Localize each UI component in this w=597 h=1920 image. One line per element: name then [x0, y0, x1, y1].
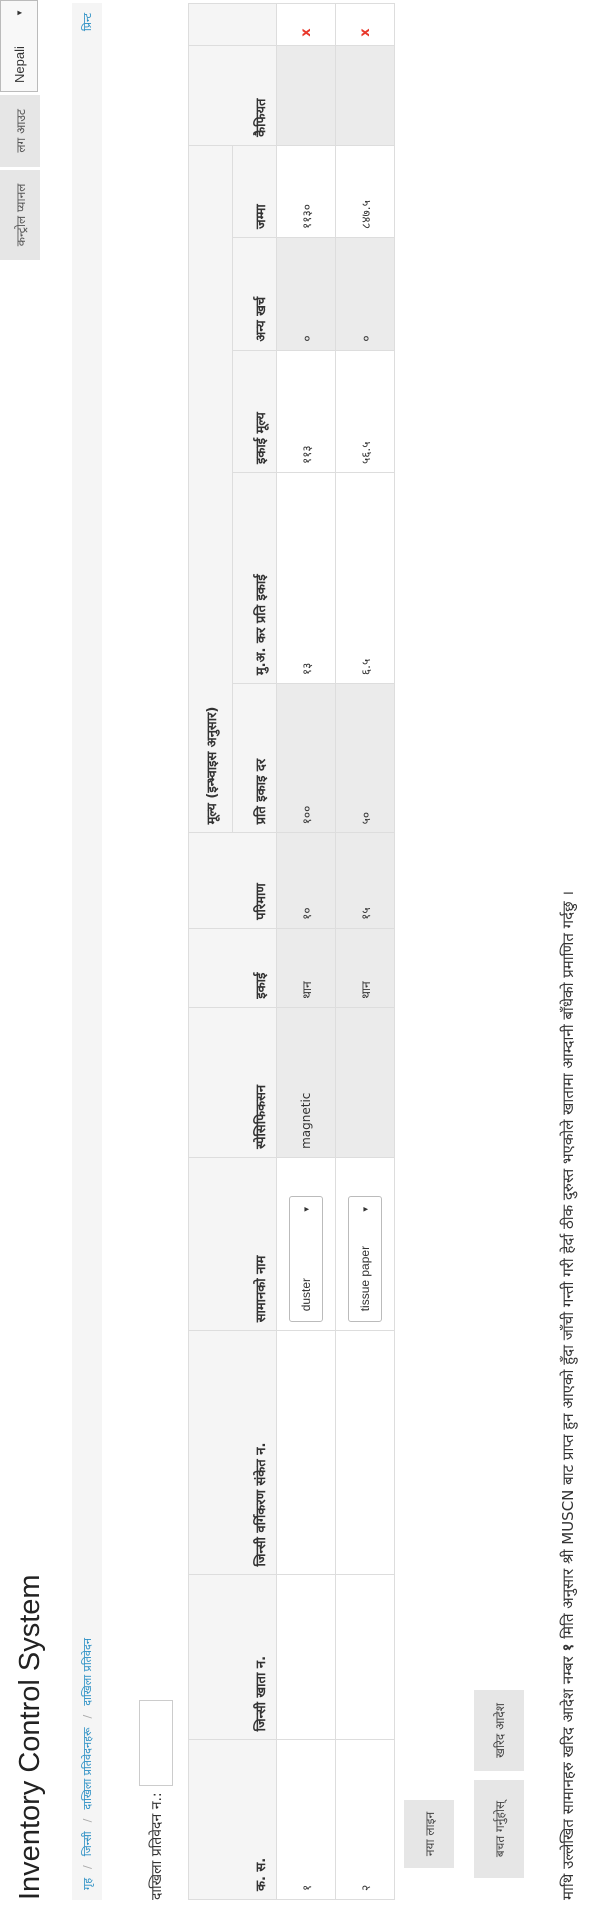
cell-unit: थान — [276, 928, 336, 1008]
cell-class-code — [335, 1330, 395, 1575]
logout-button[interactable]: लग आउट — [0, 95, 40, 167]
purchase-order-button[interactable]: खरिद आदेश — [474, 1690, 524, 1771]
language-value: Nepali — [11, 46, 27, 83]
certification-order-no: १ — [559, 1643, 577, 1652]
header-actions: कन्ट्रोल प्यानल लग आउट Nepali ▼ — [0, 0, 40, 263]
header-unit: इकाई — [188, 928, 277, 1008]
item-select-value: tissue paper — [358, 1245, 372, 1312]
cell-unit-price: ११३ — [276, 350, 336, 473]
cell-other-cost[interactable]: ० — [335, 237, 395, 351]
cell-account-no — [335, 1575, 395, 1740]
item-select-value: duster — [299, 1277, 313, 1312]
control-panel-button[interactable]: कन्ट्रोल प्यानल — [0, 169, 40, 261]
report-number-input[interactable] — [139, 1700, 173, 1787]
header-sn: क. स. — [188, 1739, 277, 1900]
certification-before: माथि उल्लेखित सामानहरु खरिद आदेश नम्बर — [559, 1656, 577, 1900]
cell-rate[interactable]: १०० — [276, 683, 336, 833]
certification-middle: मिति अनुसार श्री MUSCN बाट प्राप्त हुन आ… — [559, 890, 577, 1639]
cell-unit-price: ५६.५ — [335, 350, 395, 473]
language-select[interactable]: Nepali ▼ — [0, 0, 38, 92]
header-rate: प्रति इकाइ दर — [232, 683, 277, 833]
cell-delete: x — [276, 3, 336, 46]
table-row: १ duster ▼ magnetic थान १० १०० १३ ११३ ० … — [276, 3, 336, 1900]
cell-qty[interactable]: १० — [276, 832, 336, 929]
save-button[interactable]: बचत गर्नुहोस् — [474, 1780, 524, 1878]
cell-remarks[interactable] — [335, 45, 395, 146]
header-account-no: जिन्सी खाता न. — [188, 1575, 277, 1740]
cell-sn: १ — [276, 1739, 336, 1900]
cell-unit: थान — [335, 928, 395, 1008]
cell-other-cost[interactable]: ० — [276, 237, 336, 351]
breadcrumb-separator: / — [80, 1714, 94, 1719]
breadcrumb-receipt-reports[interactable]: दाखिला प्रतिवेदनहरू — [80, 1728, 95, 1810]
cell-account-no — [276, 1575, 336, 1740]
header-other-cost: अन्य खर्च — [232, 237, 277, 351]
header-class-code: जिन्सी वर्गिकरण संकेत न. — [188, 1330, 277, 1575]
header-unit-price: इकाई मूल्य — [232, 350, 277, 473]
receipt-table: क. स. जिन्सी खाता न. जिन्सी वर्गिकरण संक… — [188, 3, 395, 1900]
header-item-name: सामानको नाम — [188, 1157, 277, 1331]
breadcrumb-receipt-report[interactable]: दाखिला प्रतिवेदन — [80, 1638, 95, 1706]
cell-item-name: tissue paper ▼ — [335, 1157, 395, 1331]
breadcrumb-separator: / — [80, 1865, 94, 1869]
cell-total: ८४७.५ — [335, 145, 395, 238]
page-canvas: Inventory Control System कन्ट्रोल प्यानल… — [0, 0, 597, 1920]
cell-rate[interactable]: ५० — [335, 683, 395, 833]
table-row: २ tissue paper ▼ थान १५ ५० ६.५ ५६.५ ० ८४… — [335, 3, 395, 1900]
cell-class-code — [276, 1330, 336, 1575]
report-number-row: दाखिला प्रतिवेदन न.: — [139, 1700, 173, 1900]
delete-row-icon[interactable]: x — [358, 28, 373, 36]
header-total: जम्मा — [232, 145, 277, 238]
header-qty: परिमाण — [188, 832, 277, 929]
cell-total: ११३० — [276, 145, 336, 238]
cell-qty[interactable]: १५ — [335, 832, 395, 929]
report-number-label: दाखिला प्रतिवेदन न.: — [148, 1792, 165, 1900]
certification-text: माथि उल्लेखित सामानहरु खरिद आदेश नम्बर १… — [558, 891, 578, 1900]
chevron-down-icon: ▼ — [360, 1205, 370, 1214]
header-spec: स्पेसिफिकसन — [188, 1007, 277, 1158]
chevron-down-icon: ▼ — [301, 1205, 311, 1214]
cell-sn: २ — [335, 1739, 395, 1900]
cell-vat: १३ — [276, 472, 336, 684]
cell-delete: x — [335, 3, 395, 46]
item-select[interactable]: tissue paper ▼ — [348, 1196, 382, 1323]
cell-spec[interactable] — [335, 1007, 395, 1158]
header-vat: मु.अ. कर प्रति इकाई — [232, 472, 277, 684]
chevron-down-icon: ▼ — [14, 9, 24, 17]
header-delete — [188, 3, 277, 46]
breadcrumb-inventory[interactable]: जिन्सी — [80, 1831, 95, 1856]
cell-remarks[interactable] — [276, 45, 336, 146]
breadcrumb: गृह / जिन्सी / दाखिला प्रतिवेदनहरू / दाख… — [72, 3, 102, 1900]
cell-vat: ६.५ — [335, 472, 395, 684]
app-title: Inventory Control System — [14, 1574, 46, 1900]
cell-item-name: duster ▼ — [276, 1157, 336, 1331]
breadcrumb-home[interactable]: गृह — [80, 1878, 95, 1890]
header-remarks: कैफियत — [188, 45, 277, 146]
item-select[interactable]: duster ▼ — [289, 1196, 323, 1323]
new-row-button[interactable]: नया लाइन — [404, 1800, 454, 1868]
header-price-group: मूल्य (इन्भ्वाइस अनुसार) — [188, 145, 233, 833]
breadcrumb-separator: / — [80, 1818, 94, 1823]
cell-spec[interactable]: magnetic — [276, 1007, 336, 1158]
delete-row-icon[interactable]: x — [299, 28, 314, 36]
print-link[interactable]: प्रिन्ट — [80, 13, 95, 31]
